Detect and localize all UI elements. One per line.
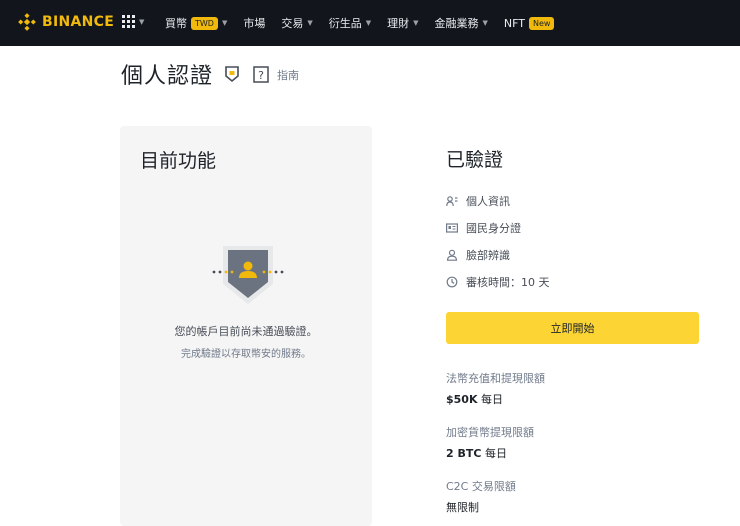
fiat-limit-label: 法幣充值和提現限額 bbox=[446, 372, 545, 385]
chevron-down-icon: ▼ bbox=[221, 19, 228, 27]
verification-requirements-list: 個人資訊 國民身分證 臉部辨識 審核時間：10 天 bbox=[446, 187, 550, 295]
binance-logo[interactable]: BINANCE bbox=[18, 13, 114, 31]
c2c-limit-value: 無限制 bbox=[446, 499, 479, 515]
svg-text:?: ? bbox=[258, 69, 264, 82]
nav-item-label: 金融業務 bbox=[434, 17, 479, 30]
nav-item-label: 衍生品 bbox=[328, 17, 362, 30]
verified-heading: 已驗證 bbox=[446, 149, 504, 171]
nav-item-label: 交易 bbox=[281, 17, 304, 30]
limit-amount: 2 BTC bbox=[446, 447, 482, 460]
national-id-icon bbox=[446, 222, 458, 234]
chevron-down-icon: ▼ bbox=[482, 19, 488, 27]
main-nav: 買幣 TWD ▼ 市場 交易 ▼ 衍生品 ▼ 理財 ▼ 金融業務 ▼ NFT N… bbox=[165, 0, 570, 46]
chevron-down-icon: ▼ bbox=[365, 19, 372, 27]
verification-shield-icon bbox=[224, 66, 240, 87]
clock-icon bbox=[446, 276, 458, 288]
new-badge: New bbox=[529, 16, 555, 30]
unverified-shield-illustration bbox=[212, 244, 284, 312]
list-item: 審核時間：10 天 bbox=[446, 268, 550, 295]
grid-icon bbox=[122, 15, 135, 28]
id-card-icon bbox=[446, 195, 458, 207]
limit-period: 每日 bbox=[484, 447, 507, 460]
binance-logo-icon bbox=[18, 13, 36, 31]
nav-item-earn[interactable]: 理財 ▼ bbox=[387, 15, 418, 31]
unverified-message: 您的帳戶目前尚未通過驗證。 bbox=[174, 325, 318, 338]
list-item-label: 國民身分證 bbox=[466, 221, 521, 235]
chevron-down-icon: ▼ bbox=[307, 19, 313, 27]
unverified-hint: 完成驗證以存取幣安的服務。 bbox=[181, 349, 311, 360]
limit-amount: 無限制 bbox=[446, 501, 479, 514]
nav-item-buy-crypto[interactable]: 買幣 TWD ▼ bbox=[165, 15, 227, 31]
nav-item-nft[interactable]: NFT New bbox=[503, 16, 555, 30]
limit-period: 每日 bbox=[481, 393, 503, 406]
list-item: 個人資訊 bbox=[446, 187, 550, 214]
list-item-label: 個人資訊 bbox=[466, 194, 510, 208]
chevron-down-icon: ▼ bbox=[413, 19, 419, 27]
current-features-heading: 目前功能 bbox=[140, 150, 217, 172]
nav-item-derivatives[interactable]: 衍生品 ▼ bbox=[329, 15, 371, 31]
limit-amount: $50K bbox=[446, 393, 478, 406]
face-icon bbox=[446, 249, 458, 261]
c2c-limit-label: C2C 交易限額 bbox=[446, 480, 516, 493]
help-guide-icon[interactable]: ? bbox=[253, 66, 269, 87]
nav-item-label: 市場 bbox=[243, 17, 266, 30]
nav-item-finance[interactable]: 金融業務 ▼ bbox=[435, 15, 488, 31]
list-item: 國民身分證 bbox=[446, 214, 550, 241]
fiat-limit-value: $50K 每日 bbox=[446, 391, 503, 407]
guide-link[interactable]: 指南 bbox=[277, 67, 299, 83]
list-item: 臉部辨識 bbox=[446, 241, 550, 268]
crypto-limit-value: 2 BTC 每日 bbox=[446, 445, 507, 461]
list-item-label: 臉部辨識 bbox=[466, 248, 510, 262]
list-item-label: 審核時間：10 天 bbox=[466, 275, 550, 289]
start-verification-button[interactable]: 立即開始 bbox=[446, 312, 699, 344]
currency-badge: TWD bbox=[191, 16, 218, 30]
nav-item-markets[interactable]: 市場 bbox=[243, 15, 265, 31]
current-features-card: 目前功能 您的帳戶目前尚未通過驗證。 完成驗證以存取幣安的服務。 bbox=[120, 126, 372, 526]
nav-item-label: 理財 bbox=[387, 17, 410, 30]
nav-item-trade[interactable]: 交易 ▼ bbox=[281, 15, 312, 31]
apps-menu-button[interactable]: ▼ bbox=[122, 15, 144, 28]
top-navbar: BINANCE ▼ 買幣 TWD ▼ 市場 交易 ▼ 衍生品 ▼ 理財 ▼ 金融… bbox=[0, 0, 740, 46]
nav-item-label: NFT bbox=[503, 16, 526, 30]
page-title: 個人認證 bbox=[121, 64, 214, 89]
nav-item-label: 買幣 bbox=[165, 17, 187, 30]
chevron-down-icon: ▼ bbox=[139, 17, 145, 26]
crypto-limit-label: 加密貨幣提現限額 bbox=[446, 426, 534, 439]
brand-name: BINANCE bbox=[42, 14, 115, 30]
